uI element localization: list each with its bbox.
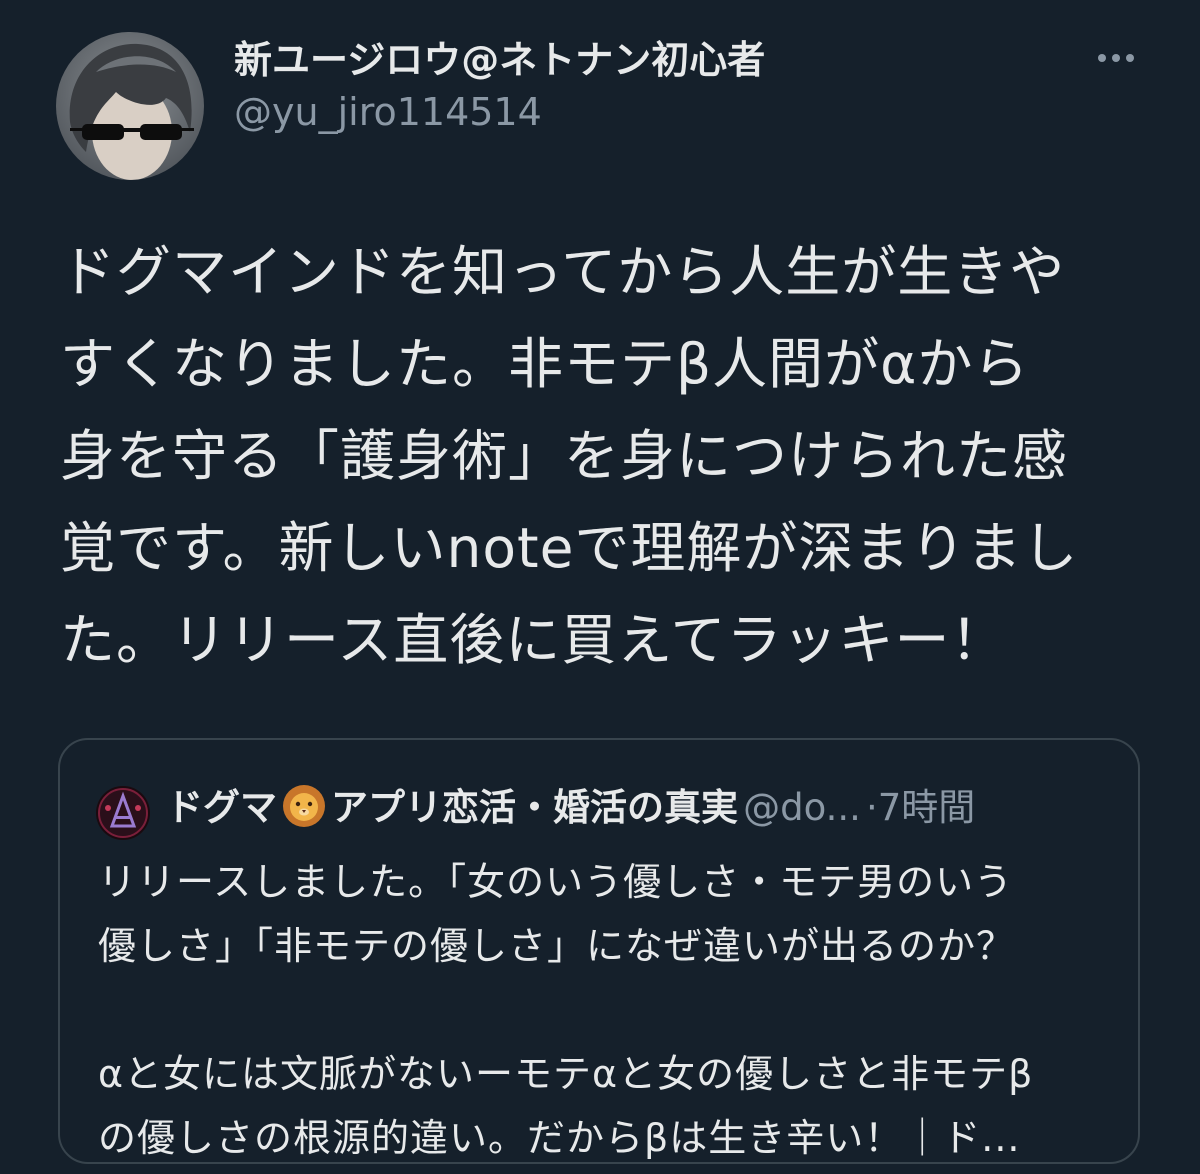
quoted-author-avatar[interactable] <box>96 786 150 840</box>
quoted-author-name-suffix: アプリ恋活・婚活の真実 <box>331 786 738 829</box>
author-handle[interactable]: @yu_jiro114514 <box>234 86 1094 138</box>
tweet: 新ユージロウ@ネトナン初心者 @yu_jiro114514 ドグマインドを知って… <box>0 0 1200 1174</box>
quoted-tweet-text: リリースしました。「女のいう優しさ・モテ男のいう 優しさ」「非モテの優しさ」にな… <box>98 860 1034 1160</box>
more-options-button[interactable] <box>1092 40 1140 76</box>
author-avatar[interactable] <box>56 32 204 180</box>
quoted-header: ドグマ アプリ恋活・婚活の真実 @do... ·7時間 <box>166 780 1126 836</box>
quoted-timestamp[interactable]: 7時間 <box>878 786 976 829</box>
quoted-tweet[interactable]: ドグマ アプリ恋活・婚活の真実 @do... ·7時間 リリースしました。「女の… <box>58 738 1140 1164</box>
quoted-author-handle[interactable]: @do... <box>743 786 861 829</box>
user-avatar-icon <box>56 32 204 180</box>
quoted-author-name[interactable]: ドグマ アプリ恋活・婚活の真実 <box>166 785 738 829</box>
more-horizontal-icon <box>1098 54 1134 62</box>
lion-face-icon <box>283 785 325 827</box>
tweet-text: ドグマインドを知ってから人生が生きや すくなりました。非モテβ人間がαから 身を… <box>60 240 1079 672</box>
author-display-name[interactable]: 新ユージロウ@ネトナン初心者 <box>234 34 1094 86</box>
quoted-avatar-icon <box>96 786 150 840</box>
quoted-separator: · <box>865 786 878 829</box>
author-block: 新ユージロウ@ネトナン初心者 @yu_jiro114514 <box>234 34 1094 138</box>
quoted-author-name-prefix: ドグマ <box>166 786 277 829</box>
